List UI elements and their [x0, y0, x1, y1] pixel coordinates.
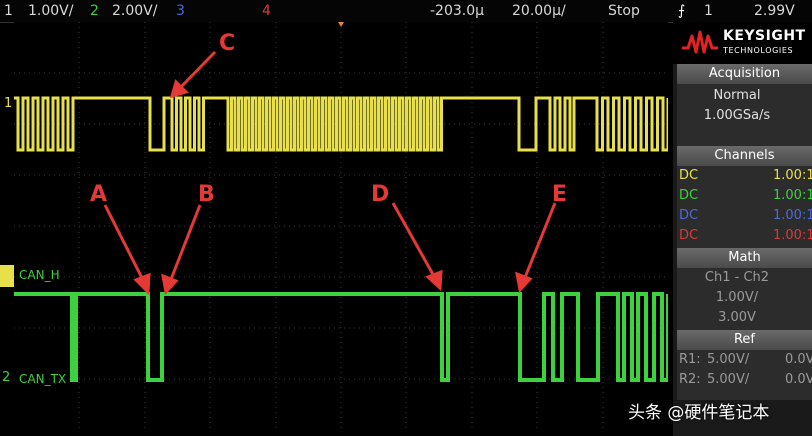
- keysight-wave-icon: [682, 30, 718, 54]
- ref-r2-label: R2:: [679, 372, 701, 387]
- ref-r1-scale: 5.00V/: [707, 352, 750, 367]
- ch4-coupling: DC: [679, 228, 699, 243]
- side-panel: KEYSIGHT TECHNOLOGIES Acquisition Normal…: [673, 22, 812, 436]
- acquisition-section: Normal 1.00GSa/s: [677, 84, 812, 146]
- ch2-probe-ratio: 1.00:1: [773, 188, 812, 203]
- ref-section: R1: 5.00V/ 0.0V R2: 5.00V/ 0.0V: [677, 350, 812, 400]
- math-header[interactable]: Math: [677, 248, 812, 268]
- annotation-e: E: [552, 182, 568, 207]
- ch3-coupling: DC: [679, 208, 699, 223]
- ref-r2-offset: 0.0V: [785, 372, 812, 387]
- math-expression: Ch1 - Ch2: [704, 270, 770, 285]
- channels-section: DC 1.00:1 DC 1.00:1 DC 1.00:1 DC 1.00:1: [677, 166, 812, 248]
- ref-header[interactable]: Ref: [677, 330, 812, 350]
- annotation-d: D: [371, 182, 390, 207]
- ch1-probe-ratio: 1.00:1: [773, 168, 812, 183]
- watermark: 头条 @硬件笔记本: [628, 403, 770, 423]
- annotation-c: C: [219, 31, 236, 56]
- ch4-probe-ratio: 1.00:1: [773, 228, 812, 243]
- acquisition-header[interactable]: Acquisition: [677, 64, 812, 84]
- math-offset: 3.00V: [718, 310, 756, 325]
- brand-name: KEYSIGHT: [723, 28, 806, 44]
- oscilloscope-screen: 1 1.00V/ 2 2.00V/ 3 4 -203.0µ 20.00µ/ St…: [0, 0, 812, 436]
- ch1-coupling: DC: [679, 168, 699, 183]
- ref-r1-label: R1:: [679, 352, 701, 367]
- math-section: Ch1 - Ch2 1.00V/ 3.00V: [677, 268, 812, 330]
- math-scale: 1.00V/: [715, 290, 759, 305]
- channels-header[interactable]: Channels: [677, 146, 812, 166]
- ch2-coupling: DC: [679, 188, 699, 203]
- annotation-a: A: [90, 182, 108, 207]
- brand-subtitle: TECHNOLOGIES: [723, 46, 794, 55]
- keysight-logo: KEYSIGHT TECHNOLOGIES: [673, 22, 812, 64]
- acquisition-rate: 1.00GSa/s: [703, 108, 771, 123]
- ch3-probe-ratio: 1.00:1: [773, 208, 812, 223]
- ref-r2-scale: 5.00V/: [707, 372, 750, 387]
- acquisition-mode: Normal: [713, 88, 761, 103]
- annotation-b: B: [198, 182, 215, 207]
- ref-r1-offset: 0.0V: [785, 352, 812, 367]
